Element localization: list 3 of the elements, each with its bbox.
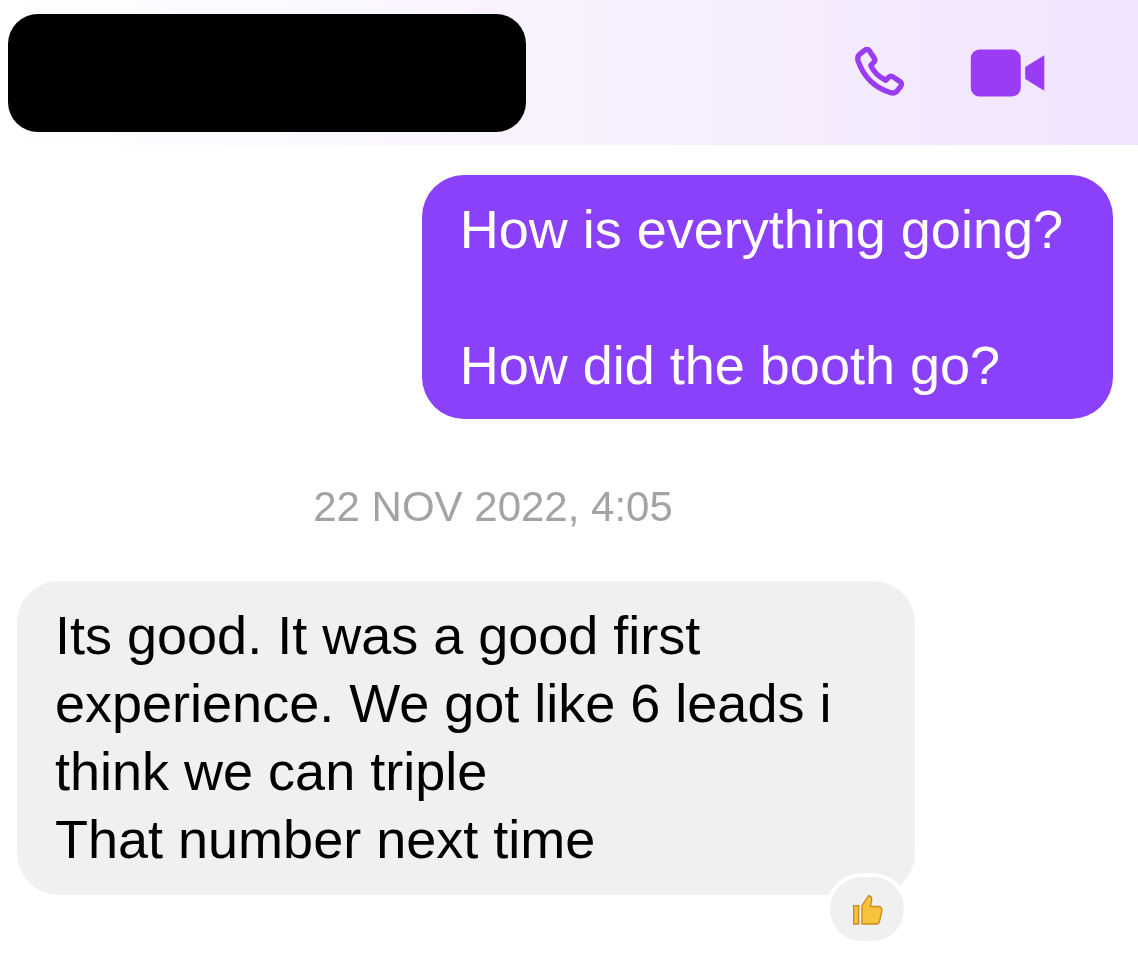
sent-message-bubble: How is everything going? How did the booth go? <box>421 175 1113 419</box>
received-message-bubble: Its good. It was a good first experience. We got like 6 leads i think we can triple That number next time <box>17 581 915 895</box>
message-timestamp: 22 NOV 2022, 4:05 <box>313 483 673 531</box>
